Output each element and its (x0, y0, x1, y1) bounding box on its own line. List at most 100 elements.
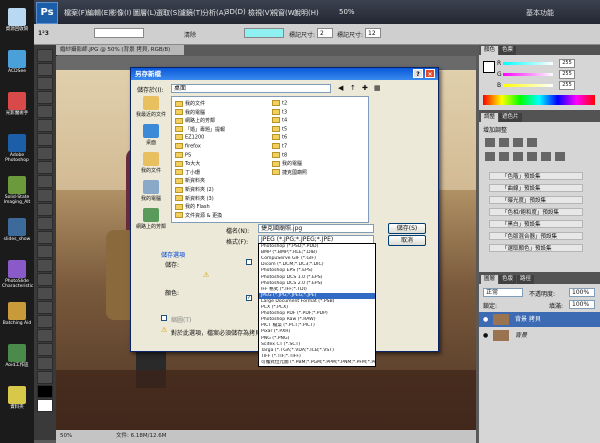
blue-slider[interactable] (503, 84, 553, 87)
file-item[interactable]: t3 (272, 108, 287, 115)
tool-button[interactable] (37, 119, 53, 132)
fill-input[interactable]: 100% (569, 300, 595, 309)
preset-item[interactable]: 「曝光度」預設集 (489, 196, 583, 204)
file-item[interactable]: PS (175, 151, 191, 158)
tab-color[interactable]: 顏色 (481, 46, 499, 55)
tool-button[interactable] (37, 301, 53, 314)
back-icon[interactable]: ◀ (338, 84, 343, 92)
foreground-color[interactable] (483, 61, 495, 73)
place-shortcut[interactable]: 我的文件 (135, 152, 167, 174)
desktop-shortcut[interactable]: Adobe Photoshop (2, 134, 32, 163)
desktop-shortcut[interactable]: Batching Aid (2, 302, 32, 326)
tool-button[interactable] (37, 49, 53, 62)
save-in-select[interactable]: 桌面 (171, 84, 331, 93)
preset-item[interactable]: 「黑白」預設集 (489, 220, 583, 228)
green-slider[interactable] (503, 73, 553, 76)
tool-button[interactable] (37, 133, 53, 146)
tab-paths[interactable]: 路徑 (517, 275, 535, 284)
color-checkbox[interactable]: ✓ (246, 295, 252, 301)
blend-mode-select[interactable]: 正常 (483, 288, 523, 297)
tool-button[interactable] (37, 189, 53, 202)
green-value[interactable]: 255 (559, 70, 575, 79)
desktop-shortcut[interactable]: 資料夾 (2, 386, 32, 410)
eye-icon[interactable]: ● (483, 328, 488, 343)
file-item[interactable]: 新資料夾 (3) (175, 195, 214, 202)
file-item[interactable]: 網路上的芳鄰 (175, 117, 215, 124)
clear-button[interactable]: 清除 (184, 30, 196, 39)
new-folder-icon[interactable]: ✚ (362, 84, 368, 92)
menu-item[interactable]: 圖層(L) (133, 8, 156, 18)
file-item[interactable]: 我的電腦 (272, 160, 302, 167)
tool-button[interactable] (37, 329, 53, 342)
tool-button[interactable] (37, 217, 53, 230)
format-option[interactable]: 可攜式位元圖 (*.PBM;*.PGM;*.PPM;*.PNM;*.PFM;*.… (259, 360, 375, 366)
desktop-shortcut[interactable]: Solid-State Imaging_Alt (2, 176, 32, 205)
menu-item[interactable]: 3D(D) (225, 8, 246, 16)
file-item[interactable]: 我的文件 (175, 100, 205, 107)
menu-item[interactable]: 檢視(V) (248, 8, 272, 18)
desktop-shortcut[interactable]: Aoid工作區 (2, 344, 32, 368)
tool-button[interactable] (37, 245, 53, 258)
filename-input[interactable]: 捷克國廟照.jpg (258, 224, 374, 233)
menu-item[interactable]: 說明(H) (294, 8, 319, 18)
preset-item[interactable]: 「色版混合器」預設集 (489, 232, 583, 240)
file-item[interactable]: 新資料夾 (2) (175, 186, 214, 193)
menu-item[interactable]: 分析(A) (202, 8, 226, 18)
desktop-shortcut[interactable]: slides_show (2, 218, 32, 242)
opacity-input[interactable]: 100% (569, 288, 595, 297)
file-item[interactable]: t6 (272, 134, 287, 141)
place-shortcut[interactable]: 我最近的文件 (135, 96, 167, 118)
tool-button[interactable] (37, 231, 53, 244)
menu-item[interactable]: 選取(S) (156, 8, 180, 18)
tool-button[interactable] (37, 385, 53, 398)
tool-button[interactable] (37, 203, 53, 216)
tool-button[interactable] (37, 77, 53, 90)
save-button[interactable]: 儲存(S) (388, 223, 426, 234)
place-shortcut[interactable]: 桌面 (135, 124, 167, 146)
file-item[interactable]: 捷克國廟照 (272, 169, 307, 176)
color-ramp[interactable] (483, 95, 595, 105)
red-value[interactable]: 255 (559, 59, 575, 68)
close-button[interactable]: × (425, 69, 435, 78)
layer-row-selected[interactable]: ● 背景 拷貝 (479, 312, 600, 327)
thumbnail-checkbox[interactable] (161, 315, 167, 321)
file-item[interactable]: t7 (272, 143, 287, 150)
place-shortcut[interactable]: 網路上的芳鄰 (135, 208, 167, 230)
menu-item[interactable]: 濾鏡(T) (179, 8, 203, 18)
place-shortcut[interactable]: 我的電腦 (135, 180, 167, 202)
tab-channels[interactable]: 色版 (499, 275, 517, 284)
file-item[interactable]: t4 (272, 117, 287, 124)
blue-value[interactable]: 255 (559, 81, 575, 90)
cancel-button[interactable]: 取消 (388, 235, 426, 246)
tool-button[interactable] (37, 161, 53, 174)
width-input[interactable]: 2 (317, 28, 333, 38)
layer-name[interactable]: 背景 拷貝 (515, 312, 541, 327)
save-checkbox[interactable] (246, 259, 252, 265)
file-item[interactable]: t8 (272, 151, 287, 158)
desktop-shortcut[interactable]: 光影魔術手 (2, 92, 32, 116)
height-input[interactable]: 12 (365, 28, 381, 38)
help-button[interactable]: ? (413, 69, 423, 78)
tool-button[interactable] (37, 357, 53, 370)
tool-button[interactable] (37, 63, 53, 76)
tab-adjustments[interactable]: 調整 (481, 113, 499, 122)
desktop-shortcut[interactable]: 資源回收筒 (2, 8, 32, 32)
file-item[interactable]: 「婚」專題」提報 (175, 126, 225, 133)
file-list[interactable]: 我的文件 我的電腦 網路上的芳鄰 「婚」專題」提報 EZ1200 firefox PS To大… (171, 96, 369, 223)
file-item[interactable]: 文件資源 & 更換 (175, 212, 222, 219)
tool-button[interactable] (37, 343, 53, 356)
up-folder-icon[interactable]: ↑ (350, 84, 356, 92)
file-item[interactable]: To大大 (175, 160, 200, 167)
preset-item[interactable]: 「曲線」預設集 (489, 184, 583, 192)
tool-button[interactable] (37, 147, 53, 160)
file-item[interactable]: 我的 Flash (175, 203, 210, 210)
file-item[interactable]: t5 (272, 125, 287, 132)
options-dropdown[interactable] (94, 28, 144, 38)
layer-row[interactable]: ● 背景 (479, 328, 600, 343)
format-dropdown-list[interactable]: Photoshop (*.PSD;*.PDD) BMP (*.BMP;*.RLE;… (258, 243, 376, 367)
tool-button[interactable] (37, 175, 53, 188)
menu-item[interactable]: 影像(I) (110, 8, 132, 18)
tool-button[interactable] (37, 259, 53, 272)
file-item[interactable]: 丁小珊 (175, 169, 200, 176)
file-item[interactable]: 我的電腦 (175, 109, 205, 116)
